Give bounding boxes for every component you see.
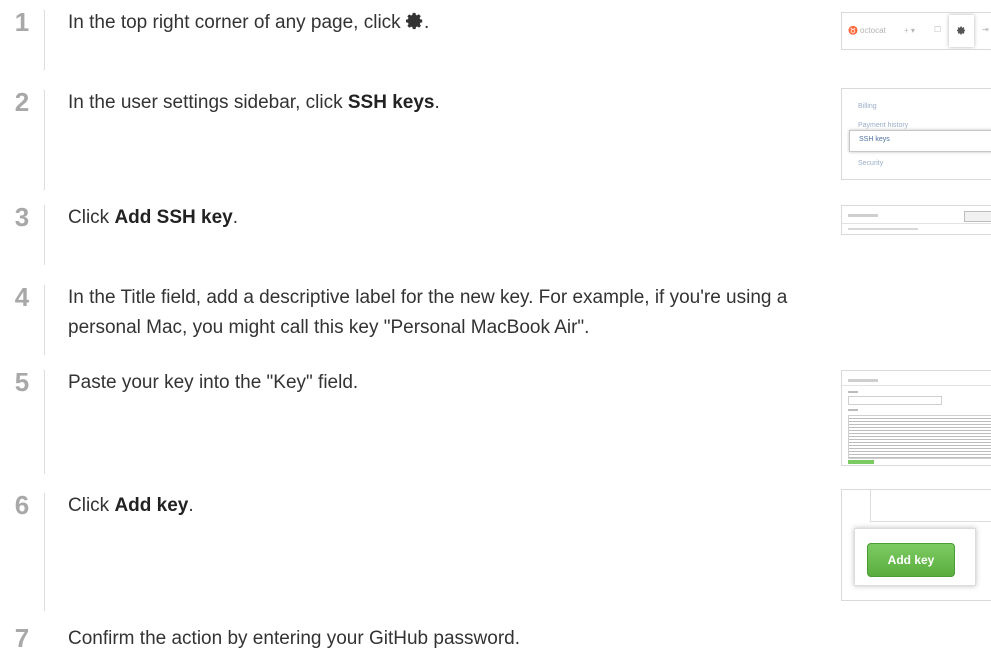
- step-text: Click Add SSH key.: [68, 207, 238, 228]
- step-number: 5: [14, 367, 30, 397]
- step-divider: [44, 205, 45, 265]
- thumb-settings-sidebar: Billing Payment history SSH keys Securit…: [841, 88, 991, 180]
- step-text: In the Title field, add a descriptive la…: [68, 287, 788, 338]
- sidebar-item-payment-history: Payment history: [858, 122, 909, 129]
- step-text: In the top right corner of any page, cli…: [68, 12, 430, 33]
- step-number: 4: [14, 282, 30, 312]
- thumb-add-ssh-key-button: [964, 211, 991, 222]
- step-text: Click Add key.: [68, 495, 194, 516]
- step-text: Confirm the action by entering your GitH…: [68, 628, 520, 649]
- step-number: 3: [14, 202, 30, 232]
- step-number: 1: [14, 7, 30, 37]
- step-text: Paste your key into the "Key" field.: [68, 372, 359, 393]
- add-key-button: Add key: [867, 543, 955, 577]
- step-divider: [44, 10, 45, 70]
- step-text: In the user settings sidebar, click SSH …: [68, 92, 440, 113]
- step-divider: [44, 370, 45, 474]
- thumb-header: ♉ octocat + ▾ ☐ ⇥: [841, 12, 991, 50]
- step-number: 7: [14, 623, 30, 653]
- step-divider: [44, 90, 45, 190]
- thumb-add-key: Add key: [841, 489, 991, 601]
- step-number: 6: [14, 490, 30, 520]
- thumb-signout-icon: ⇥: [982, 25, 989, 34]
- thumb-settings-highlight: [949, 15, 974, 47]
- sidebar-item-ssh-keys: SSH keys: [849, 130, 991, 152]
- thumb-plus: + ▾: [904, 26, 915, 35]
- thumb-ssh-keys-header: [841, 205, 991, 235]
- step-divider: [44, 285, 45, 355]
- thumb-key-textarea: [848, 415, 991, 459]
- gear-icon: [405, 12, 423, 30]
- gear-icon: [957, 26, 966, 35]
- octocat-icon: ♉: [848, 26, 858, 35]
- thumb-username: octocat: [860, 26, 886, 35]
- sidebar-item-security: Security: [858, 160, 884, 167]
- step-divider: [44, 493, 45, 611]
- step-number: 2: [14, 87, 30, 117]
- sidebar-item-billing: Billing: [858, 103, 877, 110]
- thumb-add-ssh-key-form: [841, 370, 991, 466]
- thumb-notification-icon: ☐: [934, 25, 942, 34]
